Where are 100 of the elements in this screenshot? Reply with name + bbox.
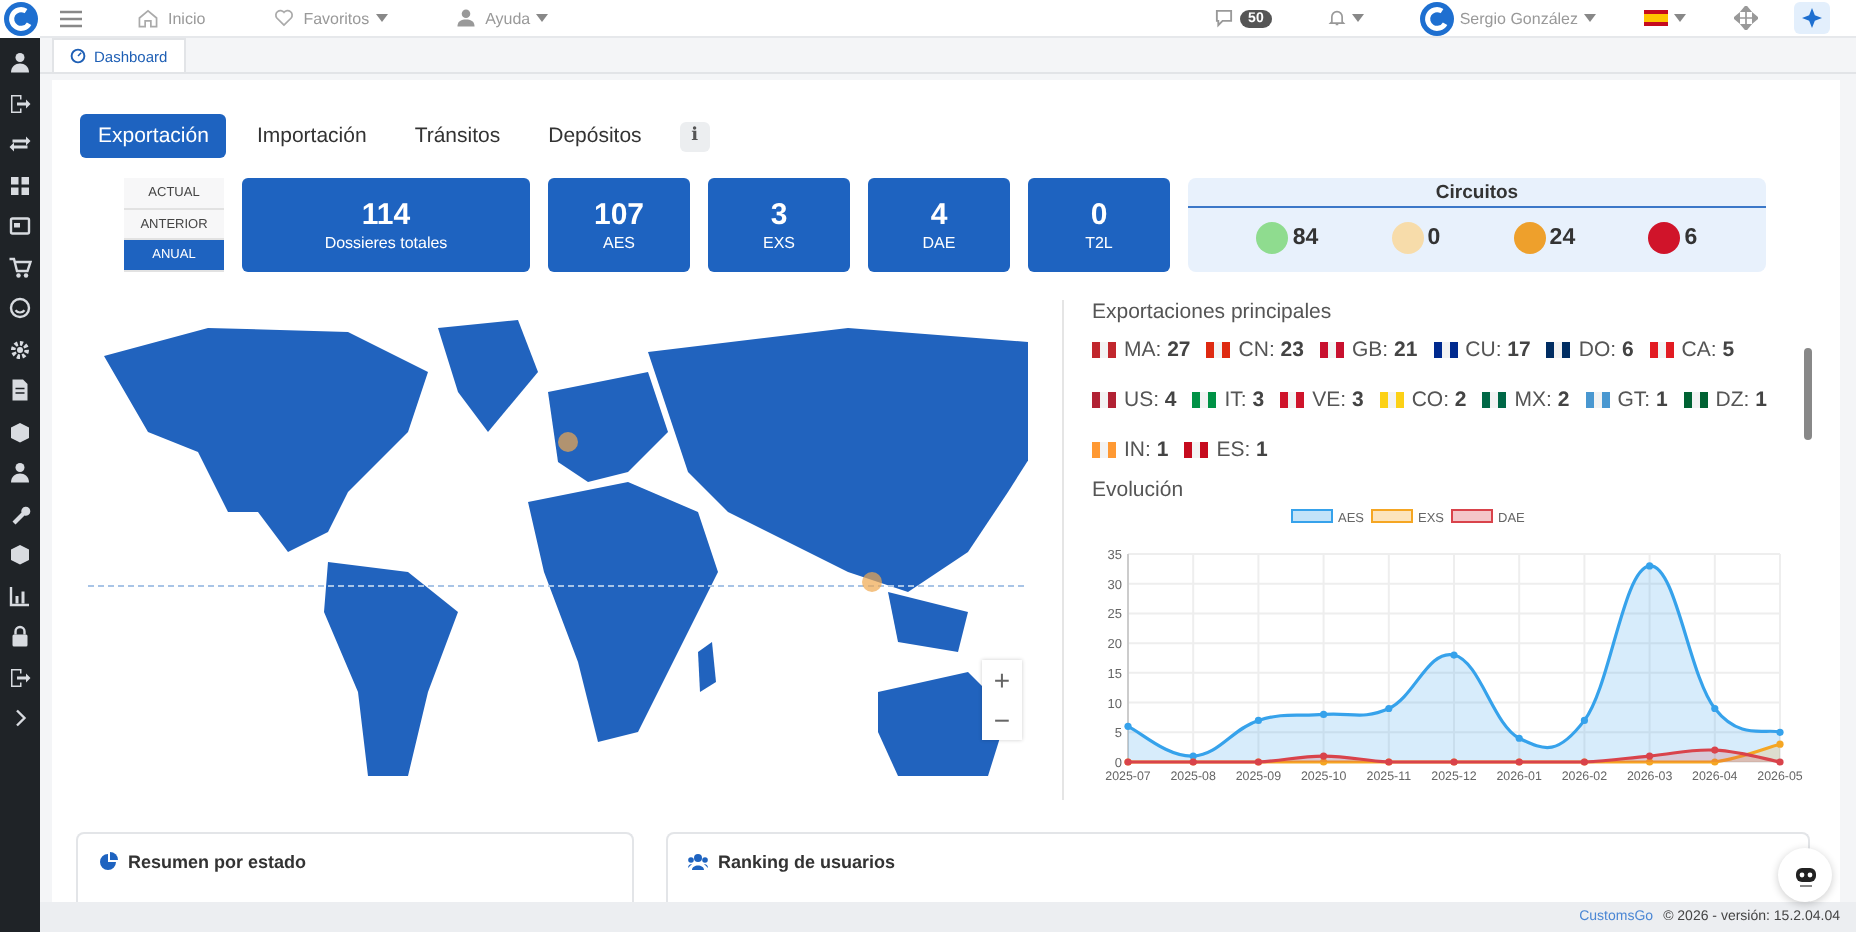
- circuit-count: 24: [1549, 226, 1576, 250]
- users-icon: [688, 852, 708, 872]
- point: [1646, 752, 1654, 760]
- point: [1320, 752, 1328, 760]
- nav-link[interactable]: Inicio: [168, 9, 206, 27]
- legend-swatch: [1451, 509, 1493, 523]
- assistant-button[interactable]: [1794, 2, 1830, 34]
- stat-label: T2L: [1085, 234, 1113, 252]
- smile-icon[interactable]: [8, 296, 32, 320]
- export-count: CN: 23: [1238, 338, 1304, 362]
- stat-value: 114: [361, 198, 411, 234]
- point: [1711, 758, 1719, 766]
- export-count: ES: 1: [1216, 438, 1268, 462]
- card-icon[interactable]: [8, 214, 32, 238]
- export-count: CA: 5: [1681, 338, 1735, 362]
- point: [1711, 704, 1719, 713]
- caret-icon: [375, 14, 388, 22]
- section-tab[interactable]: Exportación: [80, 114, 227, 158]
- export-count: DO: 6: [1578, 338, 1634, 362]
- stat-label: EXS: [762, 234, 795, 252]
- caret-icon: [536, 14, 549, 22]
- exit-icon[interactable]: [8, 91, 32, 115]
- transfer-icon[interactable]: [8, 132, 32, 156]
- caret-icon: [1351, 14, 1364, 22]
- document-icon[interactable]: [8, 378, 32, 402]
- person-icon[interactable]: [8, 50, 32, 74]
- chat-icon[interactable]: [1214, 8, 1235, 28]
- point: [1776, 728, 1784, 736]
- legend-swatch: [1371, 509, 1413, 523]
- point: [1776, 758, 1784, 766]
- stat-value: 0: [1090, 198, 1108, 234]
- wrench-icon[interactable]: [8, 501, 32, 525]
- export-count: CU: 17: [1465, 338, 1531, 362]
- section-tab[interactable]: Depósitos: [530, 114, 660, 158]
- point: [1450, 651, 1458, 659]
- section-tab[interactable]: Importación: [238, 114, 385, 158]
- pie-chart-icon: [98, 852, 118, 872]
- flag-icon: [1644, 10, 1668, 26]
- box-icon[interactable]: [8, 419, 32, 443]
- section-title: Exportaciones principales: [1092, 300, 1334, 324]
- export-count: MX: 2: [1514, 388, 1570, 412]
- point: [1320, 710, 1328, 719]
- point: [1776, 740, 1784, 748]
- notifications-menu[interactable]: [1327, 8, 1364, 28]
- grid-icon[interactable]: [8, 173, 32, 197]
- lock-icon[interactable]: [8, 624, 32, 648]
- point: [1646, 562, 1654, 570]
- section-tab[interactable]: Tránsitos: [396, 114, 519, 158]
- legend-swatch: [1291, 509, 1333, 523]
- gear-icon[interactable]: [8, 337, 32, 361]
- gauge-icon: [70, 48, 86, 64]
- export-count: GB: 21: [1351, 338, 1418, 362]
- caret-icon: [1584, 14, 1596, 22]
- stat-label: AES: [602, 234, 635, 252]
- user-icon[interactable]: [8, 460, 32, 484]
- package-icon[interactable]: [8, 542, 32, 566]
- point: [1385, 704, 1393, 713]
- export-count: MA: 27: [1124, 338, 1191, 362]
- scrollbar[interactable]: [1804, 348, 1812, 440]
- section-title: Evolución: [1092, 478, 1186, 502]
- stat-value: 4: [930, 198, 948, 234]
- point: [1711, 746, 1719, 754]
- home-icon: [138, 8, 158, 28]
- point: [1320, 758, 1328, 766]
- menu-icon[interactable]: [60, 9, 82, 27]
- circuits-title: Circuitos: [1188, 178, 1766, 208]
- circuit-count: 6: [1684, 226, 1698, 250]
- export-count: GT: 1: [1617, 388, 1668, 412]
- move-icon[interactable]: [1734, 6, 1758, 30]
- export-count: CO: 2: [1411, 388, 1467, 412]
- point: [1254, 716, 1262, 724]
- export-count: IN: 1: [1124, 438, 1169, 462]
- panel-title: Ranking de usuarios: [718, 852, 896, 872]
- heart-icon: [273, 8, 294, 28]
- export-count: VE: 3: [1312, 388, 1364, 412]
- language-menu[interactable]: [1644, 10, 1686, 26]
- point: [1580, 716, 1588, 724]
- logout-icon[interactable]: [8, 665, 32, 689]
- circuit-count: 0: [1427, 226, 1441, 250]
- panel-title: Resumen por estado: [128, 852, 307, 872]
- point: [1646, 758, 1654, 766]
- bell-icon: [1327, 8, 1346, 28]
- export-count: US: 4: [1124, 388, 1177, 412]
- point: [1515, 734, 1523, 742]
- person-icon: [455, 8, 476, 28]
- cart-icon[interactable]: [8, 255, 32, 279]
- caret-icon: [1674, 14, 1686, 22]
- circuit-count: 84: [1292, 226, 1319, 250]
- map-zoom-button[interactable]: +: [982, 660, 1022, 700]
- stat-label: DAE: [922, 234, 956, 252]
- map-zoom-button[interactable]: −: [982, 700, 1022, 740]
- export-count: DZ: 1: [1715, 388, 1767, 412]
- export-count: IT: 3: [1224, 388, 1265, 412]
- stat-value: 107: [593, 198, 645, 234]
- point: [1189, 752, 1197, 760]
- stat-value: 3: [770, 198, 788, 234]
- info-button[interactable]: i: [679, 121, 710, 151]
- point: [1124, 722, 1132, 730]
- chart-icon[interactable]: [8, 583, 32, 607]
- sparkle-icon: [1802, 8, 1822, 28]
